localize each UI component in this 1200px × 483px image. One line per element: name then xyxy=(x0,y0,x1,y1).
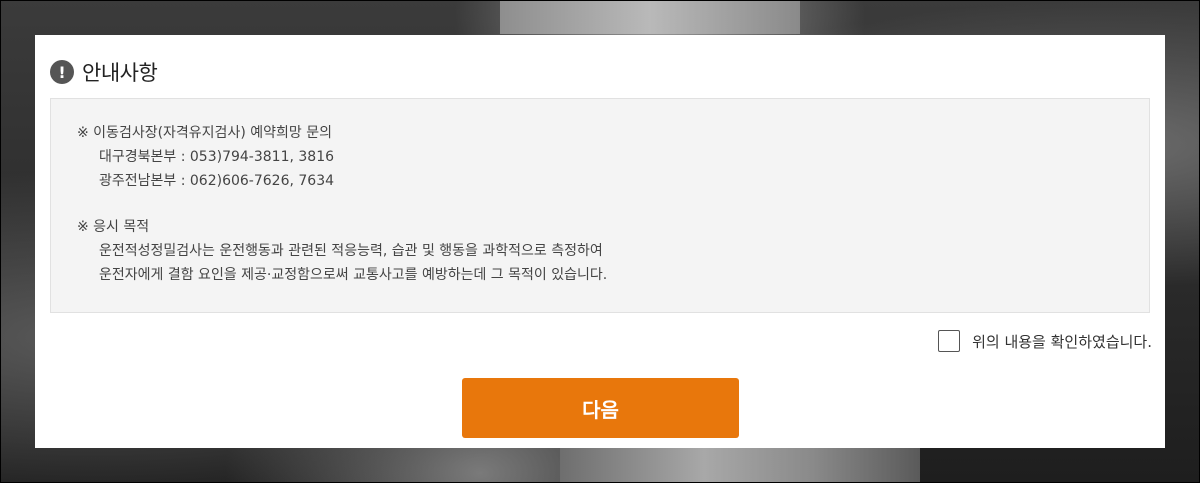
confirm-label[interactable]: 위의 내용을 확인하였습니다. xyxy=(972,331,1152,352)
notice-heading: ※ 응시 목적 xyxy=(77,219,150,235)
confirm-checkbox-row[interactable]: 위의 내용을 확인하였습니다. xyxy=(938,330,1152,352)
notice-section-inquiry: ※ 이동검사장(자격유지검사) 예약희망 문의 대구경북본부 : 053)794… xyxy=(77,121,1149,193)
notice-panel: ! 안내사항 ※ 이동검사장(자격유지검사) 예약희망 문의 대구경북본부 : … xyxy=(35,35,1165,448)
notice-line: 운전적성정밀검사는 운전행동과 관련된 적응능력, 습관 및 행동을 과학적으로… xyxy=(99,243,603,259)
notice-line: 대구경북본부 : 053)794-3811, 3816 xyxy=(99,149,335,165)
exclamation-circle-icon: ! xyxy=(50,60,74,84)
notice-box: ※ 이동검사장(자격유지검사) 예약희망 문의 대구경북본부 : 053)794… xyxy=(50,98,1150,313)
notice-heading: ※ 이동검사장(자격유지검사) 예약희망 문의 xyxy=(77,125,332,141)
notice-line: 운전자에게 결함 요인을 제공·교정함으로써 교통사고를 예방하는데 그 목적이… xyxy=(99,267,608,283)
notice-section-purpose: ※ 응시 목적 운전적성정밀검사는 운전행동과 관련된 적응능력, 습관 및 행… xyxy=(77,215,1149,287)
next-button[interactable]: 다음 xyxy=(462,378,739,438)
notice-line: 광주전남본부 : 062)606-7626, 7634 xyxy=(99,173,335,189)
panel-title: 안내사항 xyxy=(82,61,158,85)
panel-header: ! 안내사항 xyxy=(50,57,158,87)
confirm-checkbox[interactable] xyxy=(938,330,961,352)
